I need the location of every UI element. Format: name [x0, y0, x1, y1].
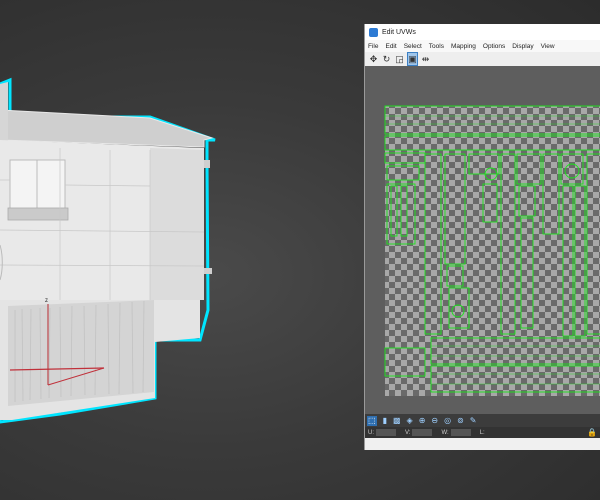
uv-toolbar: ✥ ↻ ◲ ▣ ⇹	[365, 52, 600, 67]
edit-uvws-window[interactable]: Edit UVWs File Edit Select Tools Mapping…	[364, 24, 600, 450]
move-icon[interactable]: ✥	[369, 53, 378, 65]
mirror-icon[interactable]: ⇹	[421, 53, 430, 65]
checker-texture	[385, 106, 600, 396]
lock-icon[interactable]: 🔒	[587, 428, 597, 437]
app-icon	[369, 27, 378, 37]
scale-icon[interactable]: ◲	[395, 53, 404, 65]
u-label: U:	[368, 429, 374, 436]
v-field[interactable]	[412, 429, 433, 436]
w-field[interactable]	[450, 429, 471, 436]
window-title-bar[interactable]: Edit UVWs	[365, 24, 600, 40]
uv-canvas[interactable]	[365, 66, 600, 436]
coordinate-bar: U: V: W: L: 🔒	[365, 427, 600, 438]
rotate-icon[interactable]: ↻	[382, 53, 391, 65]
uv-selection-tools: ⬚ ▮ ▩ ◈ ⊕ ⊖ ◎ ⊚ ✎	[365, 414, 600, 427]
paint-select-icon[interactable]: ✎	[470, 416, 477, 426]
freeform-icon[interactable]: ▣	[407, 52, 418, 66]
grow-icon[interactable]: ⊕	[419, 416, 426, 426]
select-vertex-icon[interactable]: ⬚	[367, 415, 377, 426]
w-label: W:	[441, 429, 449, 436]
menu-mapping[interactable]: Mapping	[451, 43, 476, 50]
menu-file[interactable]: File	[368, 43, 378, 50]
menu-select[interactable]: Select	[404, 43, 422, 50]
menu-view[interactable]: View	[541, 43, 555, 50]
gizmo-axis-label: z	[45, 298, 48, 304]
window-title: Edit UVWs	[382, 28, 416, 36]
l-label: L:	[479, 429, 485, 436]
select-edge-icon[interactable]: ▮	[383, 416, 387, 426]
ring-icon[interactable]: ⊚	[457, 416, 464, 426]
select-element-icon[interactable]: ◈	[407, 416, 413, 426]
shrink-icon[interactable]: ⊖	[431, 416, 438, 426]
menu-display[interactable]: Display	[512, 43, 533, 50]
menu-tools[interactable]: Tools	[429, 43, 444, 50]
v-label: V:	[405, 429, 411, 436]
menu-edit[interactable]: Edit	[385, 43, 396, 50]
menu-bar: File Edit Select Tools Mapping Options D…	[365, 40, 600, 52]
u-field[interactable]	[376, 429, 396, 436]
select-face-icon[interactable]: ▩	[393, 416, 401, 426]
menu-options[interactable]: Options	[483, 43, 505, 50]
loop-icon[interactable]: ◎	[444, 416, 451, 426]
